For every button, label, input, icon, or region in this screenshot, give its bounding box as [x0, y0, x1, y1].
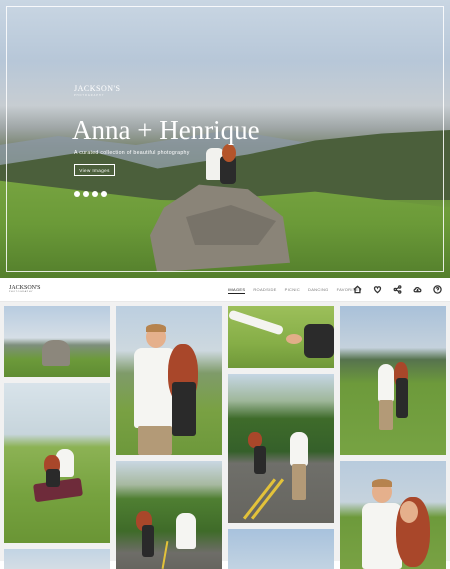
tab-dancing[interactable]: DANCING — [308, 287, 329, 294]
gallery-photo-6[interactable] — [228, 306, 334, 368]
twitter-icon[interactable] — [83, 191, 89, 197]
nav-logo-sub: PHOTOGRAPHY — [9, 291, 34, 293]
nav-tabs: IMAGES ROADSIDE PICNIC DANCING FAVORITES — [228, 287, 361, 294]
photo-gallery — [0, 302, 450, 569]
gallery-photo-2[interactable] — [4, 383, 110, 543]
gallery-photo-4[interactable] — [116, 306, 222, 455]
view-images-button[interactable]: View Images — [74, 164, 115, 176]
tab-roadside[interactable]: ROADSIDE — [253, 287, 276, 294]
hero-social-links — [74, 191, 107, 197]
gallery-nav: JACKSON'S PHOTOGRAPHY IMAGES ROADSIDE PI… — [0, 278, 450, 302]
gallery-photo-9[interactable] — [340, 306, 446, 455]
gallery-photo-10[interactable] — [340, 461, 446, 569]
gallery-photo-5[interactable] — [116, 461, 222, 569]
nav-logo[interactable]: JACKSON'S PHOTOGRAPHY — [9, 285, 40, 293]
hero-banner: JACKSON'S PHOTOGRAPHY Anna + Henrique A … — [0, 0, 450, 278]
gallery-photo-3[interactable] — [4, 549, 110, 569]
gallery-photo-1[interactable] — [4, 306, 110, 377]
gallery-photo-7[interactable] — [228, 374, 334, 523]
facebook-icon[interactable] — [74, 191, 80, 197]
nav-actions — [352, 284, 442, 294]
hero-logo-sub: PHOTOGRAPHY — [74, 94, 105, 97]
heart-icon[interactable] — [372, 284, 382, 294]
home-icon[interactable] — [352, 284, 362, 294]
hero-logo-text: JACKSON'S — [74, 84, 121, 93]
hero-subtitle: A curated collection of beautiful photog… — [74, 150, 190, 156]
share-icon[interactable] — [392, 284, 402, 294]
email-icon[interactable] — [101, 191, 107, 197]
download-icon[interactable] — [412, 284, 422, 294]
gallery-photo-8[interactable] — [228, 529, 334, 569]
tab-images[interactable]: IMAGES — [228, 287, 246, 294]
hero-title: Anna + Henrique — [72, 115, 260, 145]
hero-logo: JACKSON'S PHOTOGRAPHY — [74, 84, 120, 97]
pinterest-icon[interactable] — [92, 191, 98, 197]
tab-picnic[interactable]: PICNIC — [285, 287, 300, 294]
help-icon[interactable] — [432, 284, 442, 294]
